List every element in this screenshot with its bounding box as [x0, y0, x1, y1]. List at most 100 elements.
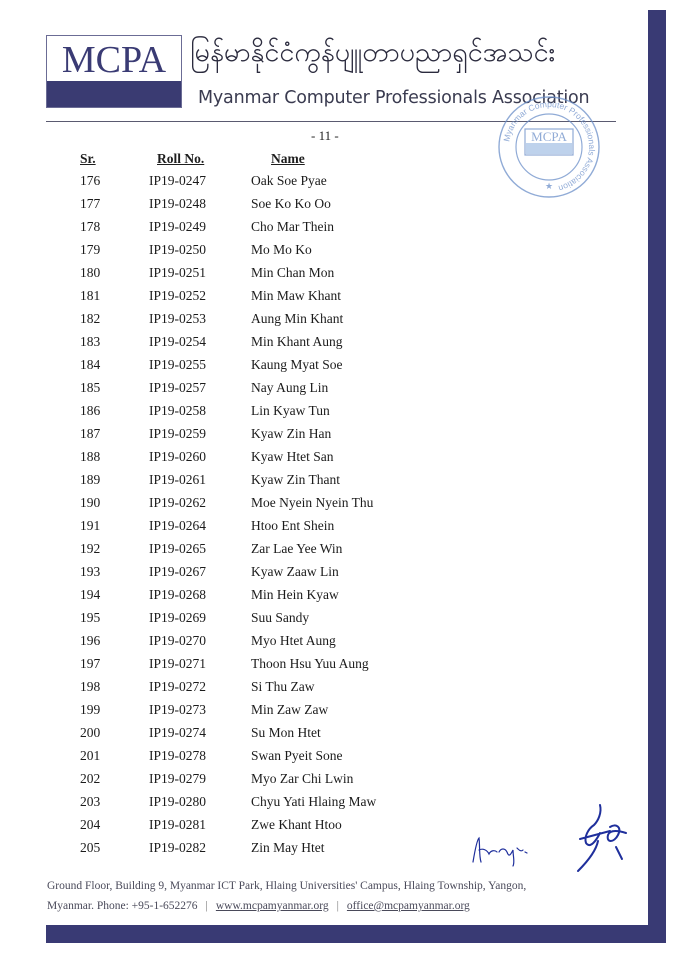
row-name: Kyaw Zaaw Lin: [251, 564, 339, 579]
row-name: Aung Min Khant: [251, 311, 344, 326]
row-roll-no: IP19-0268: [149, 587, 206, 602]
table-row: 202 IP19-0279 Myo Zar Chi Lwin: [0, 771, 600, 794]
row-name: Suu Sandy: [251, 610, 310, 625]
row-sr: 179: [80, 242, 101, 257]
stamp-center-text: MCPA: [531, 129, 567, 144]
row-roll-no: IP19-0281: [149, 817, 206, 832]
table-row: 180 IP19-0251 Min Chan Mon: [0, 265, 600, 288]
row-name: Kyaw Htet San: [251, 449, 334, 464]
mcpa-logo: MCPA: [46, 35, 182, 108]
footer-address-line2: Myanmar. Phone: +95-1-652276 | www.mcpamya…: [47, 896, 526, 916]
row-name: Kaung Myat Soe: [251, 357, 343, 372]
table-row: 178 IP19-0249 Cho Mar Thein: [0, 219, 600, 242]
row-roll-no: IP19-0254: [149, 334, 206, 349]
row-name: Zwe Khant Htoo: [251, 817, 342, 832]
row-roll-no: IP19-0248: [149, 196, 206, 211]
logo-text: MCPA: [61, 39, 167, 81]
row-roll-no: IP19-0273: [149, 702, 206, 717]
row-name: Zar Lae Yee Win: [251, 541, 343, 556]
email-link[interactable]: office@mcpamyanmar.org: [347, 900, 470, 912]
row-name: Soe Ko Ko Oo: [251, 196, 331, 211]
row-sr: 200: [80, 725, 101, 740]
row-sr: 188: [80, 449, 101, 464]
footer-address-line1: Ground Floor, Building 9, Myanmar ICT Pa…: [47, 880, 527, 892]
table-row: 203 IP19-0280 Chyu Yati Hlaing Maw: [0, 794, 600, 817]
row-sr: 180: [80, 265, 101, 280]
row-sr: 201: [80, 748, 101, 763]
column-header-sr: Sr.: [80, 151, 96, 166]
row-name: Chyu Yati Hlaing Maw: [251, 794, 377, 809]
row-roll-no: IP19-0247: [149, 173, 206, 188]
signature-1-icon: [472, 836, 528, 867]
row-name: Min Khant Aung: [251, 334, 343, 349]
row-name: Si Thu Zaw: [251, 679, 315, 694]
logo-band: [47, 81, 181, 107]
row-sr: 190: [80, 495, 101, 510]
row-name: Min Hein Kyaw: [251, 587, 339, 602]
row-roll-no: IP19-0249: [149, 219, 206, 234]
signature-2-icon: [577, 804, 627, 872]
row-roll-no: IP19-0278: [149, 748, 206, 763]
row-roll-no: IP19-0282: [149, 840, 206, 855]
row-name: Su Mon Htet: [251, 725, 321, 740]
right-border-bar: [648, 10, 666, 942]
row-roll-no: IP19-0252: [149, 288, 206, 303]
row-sr: 193: [80, 564, 101, 579]
row-roll-no: IP19-0264: [149, 518, 206, 533]
column-header-roll-no: Roll No.: [157, 151, 205, 166]
row-sr: 182: [80, 311, 101, 326]
row-roll-no: IP19-0259: [149, 426, 206, 441]
table-row: 186 IP19-0258 Lin Kyaw Tun: [0, 403, 600, 426]
table-row: 189 IP19-0261 Kyaw Zin Thant: [0, 472, 600, 495]
table-row: 198 IP19-0272 Si Thu Zaw: [0, 679, 600, 702]
table-row: 187 IP19-0259 Kyaw Zin Han: [0, 426, 600, 449]
table-row: 196 IP19-0270 Myo Htet Aung: [0, 633, 600, 656]
row-name: Thoon Hsu Yuu Aung: [251, 656, 369, 671]
row-roll-no: IP19-0258: [149, 403, 206, 418]
row-name: Min Chan Mon: [251, 265, 335, 280]
table-row: 181 IP19-0252 Min Maw Khant: [0, 288, 600, 311]
table-row: 177 IP19-0248 Soe Ko Ko Oo: [0, 196, 600, 219]
row-name: Myo Zar Chi Lwin: [251, 771, 354, 786]
table-row: 188 IP19-0260 Kyaw Htet San: [0, 449, 600, 472]
row-sr: 187: [80, 426, 101, 441]
row-name: Nay Aung Lin: [251, 380, 329, 395]
row-roll-no: IP19-0279: [149, 771, 206, 786]
row-roll-no: IP19-0251: [149, 265, 206, 280]
row-sr: 198: [80, 679, 101, 694]
website-link[interactable]: www.mcpamyanmar.org: [216, 900, 329, 912]
row-name: Myo Htet Aung: [251, 633, 336, 648]
table-row: 176 IP19-0247 Oak Soe Pyae: [0, 173, 600, 196]
table-row: 201 IP19-0278 Swan Pyeit Sone: [0, 748, 600, 771]
row-name: Moe Nyein Nyein Thu: [251, 495, 374, 510]
footer-separator: |: [205, 900, 208, 912]
row-sr: 184: [80, 357, 101, 372]
table-row: 190 IP19-0262 Moe Nyein Nyein Thu: [0, 495, 600, 518]
row-sr: 186: [80, 403, 101, 418]
page-number: - 11 -: [311, 128, 339, 143]
row-roll-no: IP19-0267: [149, 564, 206, 579]
table-row: 195 IP19-0269 Suu Sandy: [0, 610, 600, 633]
row-roll-no: IP19-0257: [149, 380, 206, 395]
row-sr: 189: [80, 472, 101, 487]
row-sr: 194: [80, 587, 101, 602]
row-sr: 199: [80, 702, 101, 717]
row-roll-no: IP19-0274: [149, 725, 206, 740]
row-sr: 195: [80, 610, 101, 625]
row-sr: 204: [80, 817, 101, 832]
row-roll-no: IP19-0261: [149, 472, 206, 487]
row-name: Kyaw Zin Thant: [251, 472, 340, 487]
table-row: 184 IP19-0255 Kaung Myat Soe: [0, 357, 600, 380]
row-name: Oak Soe Pyae: [251, 173, 327, 188]
table-row: 185 IP19-0257 Nay Aung Lin: [0, 380, 600, 403]
row-roll-no: IP19-0270: [149, 633, 206, 648]
row-roll-no: IP19-0269: [149, 610, 206, 625]
row-sr: 192: [80, 541, 101, 556]
row-sr: 191: [80, 518, 101, 533]
column-header-name: Name: [271, 151, 305, 166]
footer-address: Ground Floor, Building 9, Myanmar ICT Pa…: [47, 876, 526, 916]
row-roll-no: IP19-0255: [149, 357, 206, 372]
row-roll-no: IP19-0271: [149, 656, 206, 671]
table-row: 179 IP19-0250 Mo Mo Ko: [0, 242, 600, 265]
row-name: Zin May Htet: [251, 840, 325, 855]
